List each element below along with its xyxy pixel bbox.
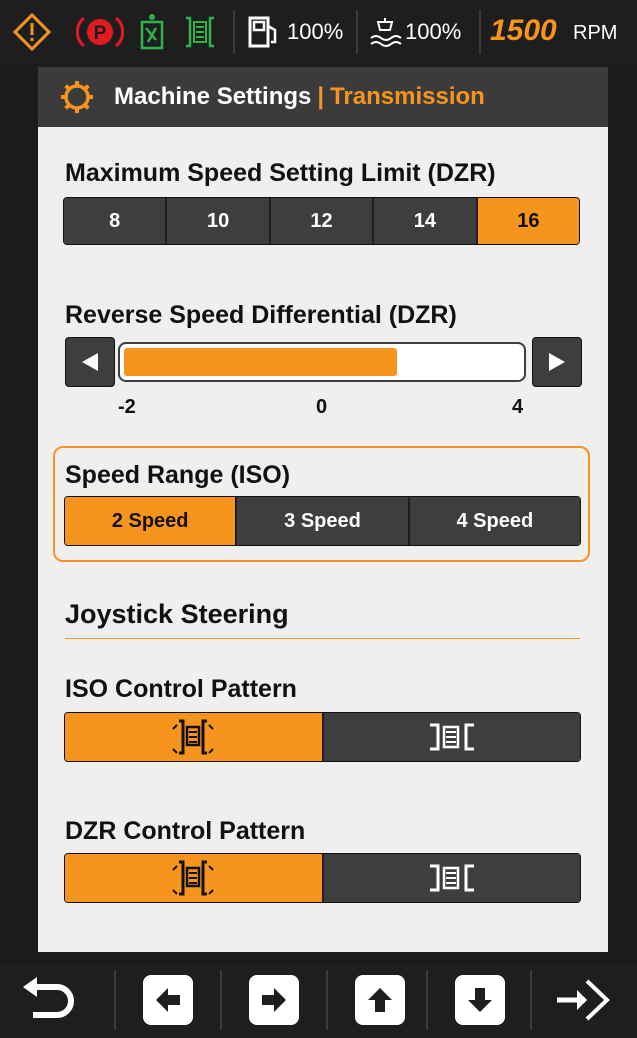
dzr-pattern-selector <box>64 853 581 903</box>
arrow-down-button[interactable] <box>428 962 532 1038</box>
back-icon <box>23 977 74 1018</box>
arrow-right-button[interactable] <box>222 962 326 1038</box>
section-divider <box>65 638 580 639</box>
settings-panel: Machine Settings | Transmission Maximum … <box>38 67 608 952</box>
seatbelt-icon <box>138 12 166 52</box>
max-speed-option-12[interactable]: 12 <box>270 198 375 244</box>
nav-divider <box>530 970 532 1030</box>
enter-icon <box>557 979 610 1021</box>
arrow-left-icon <box>143 975 193 1025</box>
warning-icon <box>12 12 52 52</box>
speed-range-selector: 2 Speed 3 Speed 4 Speed <box>64 496 581 546</box>
machine-reverse-pattern-icon <box>429 723 474 751</box>
max-speed-label: Maximum Speed Setting Limit (DZR) <box>65 159 496 187</box>
iso-pattern-label: ISO Control Pattern <box>65 675 297 703</box>
title-separator: | <box>317 83 325 110</box>
max-speed-option-8[interactable]: 8 <box>64 198 168 244</box>
back-button[interactable] <box>0 962 104 1038</box>
max-speed-selector: 8 10 12 14 16 <box>63 197 580 245</box>
fuel-icon <box>247 12 281 52</box>
page-subtitle: Transmission <box>330 83 485 110</box>
arrow-right-icon <box>249 975 299 1025</box>
page-title: Machine Settings <box>114 83 312 110</box>
dzr-pattern-option-forward[interactable] <box>65 854 324 902</box>
speed-range-option-3[interactable]: 3 Speed <box>237 497 410 545</box>
speed-range-label: Speed Range (ISO) <box>65 461 291 489</box>
status-divider <box>479 10 481 54</box>
parking-brake-icon: P <box>76 12 124 52</box>
arrow-up-icon <box>355 975 405 1025</box>
transmission-icon <box>180 12 220 52</box>
status-bar: P 100% 100% 1500 RPM <box>0 0 637 64</box>
reverse-speed-slider[interactable] <box>118 342 526 382</box>
status-divider <box>356 10 358 54</box>
dzr-pattern-label: DZR Control Pattern <box>65 817 306 845</box>
def-level: 100% <box>405 19 462 44</box>
max-speed-option-10[interactable]: 10 <box>167 198 271 244</box>
status-divider <box>233 10 235 54</box>
slider-fill <box>124 348 397 376</box>
slider-min-label: -2 <box>118 396 136 418</box>
slider-max-label: 4 <box>512 396 524 418</box>
triangle-left-icon <box>82 353 98 371</box>
reverse-speed-label: Reverse Speed Differential (DZR) <box>65 301 457 329</box>
max-speed-option-14[interactable]: 14 <box>374 198 478 244</box>
fuel-level: 100% <box>287 19 344 44</box>
speed-range-option-4[interactable]: 4 Speed <box>409 497 580 545</box>
speed-range-option-2[interactable]: 2 Speed <box>65 497 238 545</box>
slider-decrease-button[interactable] <box>65 337 115 387</box>
iso-pattern-option-forward[interactable] <box>65 713 324 761</box>
dzr-pattern-option-reverse[interactable] <box>323 854 580 902</box>
def-icon <box>368 12 402 52</box>
engine-rpm-value: 1500 <box>490 14 557 47</box>
slider-increase-button[interactable] <box>532 337 582 387</box>
gear-icon <box>60 80 94 114</box>
slider-mid-label: 0 <box>316 396 328 418</box>
machine-forward-pattern-icon <box>172 719 214 755</box>
machine-forward-pattern-icon <box>172 860 214 896</box>
svg-text:P: P <box>94 23 107 44</box>
joystick-steering-heading: Joystick Steering <box>65 599 289 629</box>
bottom-nav-bar <box>0 962 637 1038</box>
engine-rpm-unit: RPM <box>573 22 618 44</box>
machine-reverse-pattern-icon <box>429 864 474 892</box>
triangle-right-icon <box>549 353 565 371</box>
enter-button[interactable] <box>533 962 637 1038</box>
arrow-left-button[interactable] <box>116 962 220 1038</box>
arrow-down-icon <box>455 975 505 1025</box>
max-speed-option-16[interactable]: 16 <box>477 198 579 244</box>
iso-pattern-selector <box>64 712 581 762</box>
iso-pattern-option-reverse[interactable] <box>323 713 580 761</box>
panel-header: Machine Settings | Transmission <box>38 67 608 127</box>
arrow-up-button[interactable] <box>328 962 432 1038</box>
